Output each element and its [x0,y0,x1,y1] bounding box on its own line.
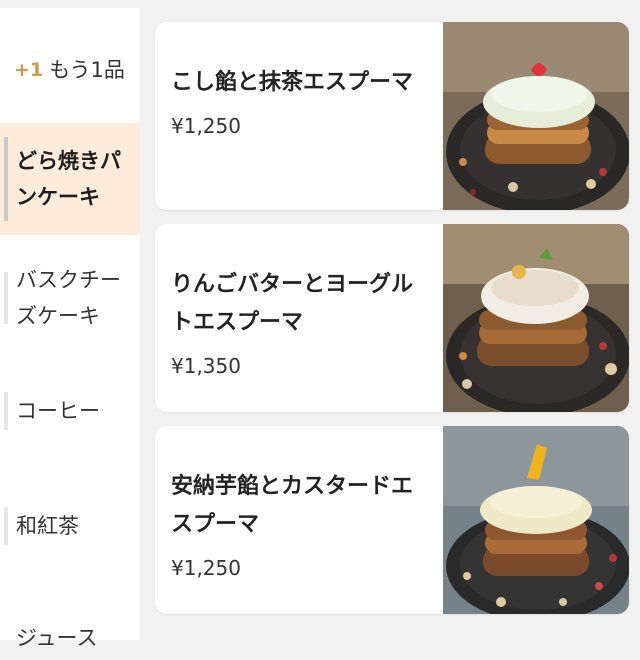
item-divider [4,507,8,545]
status-strip [0,0,640,8]
menu-item-card[interactable]: 安納芋餡とカスタードエスプーマ ¥1,250 [155,426,629,614]
menu-item-name: こし餡と抹茶エスプーマ [171,70,414,95]
menu-item-card[interactable]: りんごバターとヨーグルトエスプーマ ¥1,350 [155,224,629,412]
plus-one-badge: +1 [14,59,44,81]
menu-item-text: りんごバターとヨーグルトエスプーマ ¥1,350 [171,266,431,378]
sidebar-item-dorayaki-pancake[interactable]: どら焼きパンケーキ [0,123,140,235]
menu-list: こし餡と抹茶エスプーマ ¥1,250 りんごバターとヨーグルトエスプーマ ¥1,… [140,8,640,640]
menu-item-price: ¥1,250 [171,556,241,580]
sidebar-item-label: どら焼きパンケーキ [16,149,121,209]
sweetpotato-pancake-photo [443,426,629,614]
sidebar-item-label: 和紅茶 [16,514,79,538]
category-sidebar: +1 もう1品 どら焼きパンケーキ バスクチーズケーキ コーヒー 和紅茶 ジュー… [0,8,140,650]
menu-item-text: こし餡と抹茶エスプーマ ¥1,250 [171,64,431,138]
menu-item-price: ¥1,250 [171,114,241,138]
menu-item-card[interactable]: こし餡と抹茶エスプーマ ¥1,250 [155,22,629,210]
item-divider [4,392,8,430]
menu-item-price: ¥1,350 [171,354,241,378]
matcha-pancake-photo [443,22,629,210]
sidebar-item-label: バスクチーズケーキ [16,268,121,328]
sidebar-item-label: ジュース [16,626,98,650]
item-divider [4,272,8,324]
sidebar-item-wakocha[interactable]: 和紅茶 [0,493,140,559]
sidebar-item-coffee[interactable]: コーヒー [0,378,140,444]
sidebar-item-label: もう1品 [49,58,125,82]
apple-pancake-photo [443,224,629,412]
menu-item-name: 安納芋餡とカスタードエスプーマ [171,474,414,537]
sidebar-item-juice[interactable]: ジュース [0,620,140,660]
active-indicator [4,137,8,221]
sidebar-item-basque-cheesecake[interactable]: バスクチーズケーキ [0,258,140,338]
menu-item-name: りんごバターとヨーグルトエスプーマ [171,272,414,335]
sidebar-item-one-more[interactable]: +1 もう1品 [0,50,140,90]
menu-item-text: 安納芋餡とカスタードエスプーマ ¥1,250 [171,468,431,580]
sidebar-item-label: コーヒー [16,399,100,423]
